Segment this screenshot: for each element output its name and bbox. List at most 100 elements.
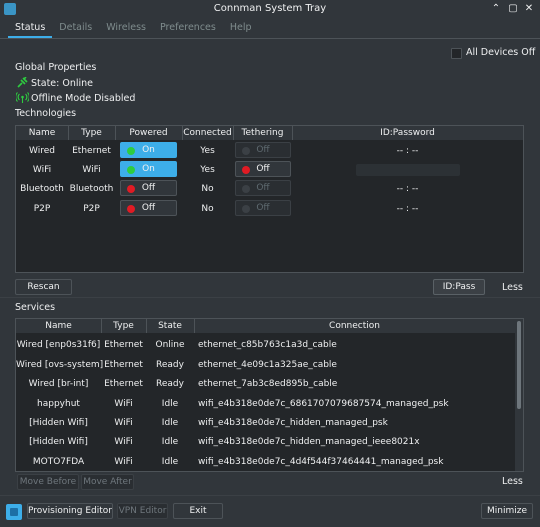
technologies-less-toggle[interactable]: Less <box>502 282 523 293</box>
service-type: Ethernet <box>104 360 143 370</box>
tech-name: WiFi <box>32 165 52 175</box>
services-less-toggle[interactable]: Less <box>502 476 523 487</box>
tech-connected: Yes <box>200 165 215 175</box>
col-state: State <box>146 319 195 333</box>
service-state: Idle <box>161 399 179 409</box>
tethering-label: Off <box>256 145 270 155</box>
tab-help[interactable]: Help <box>223 21 259 37</box>
minimize-button[interactable]: Minimize <box>481 503 533 519</box>
tab-details[interactable]: Details <box>52 21 99 37</box>
offline-mode-text: Offline Mode Disabled <box>31 93 136 104</box>
services-scrollbar[interactable] <box>515 319 523 471</box>
col-idpassword: ID:Password <box>380 128 435 138</box>
tech-idpass: -- : -- <box>396 204 419 214</box>
rescan-button[interactable]: Rescan <box>15 279 72 295</box>
service-connection: wifi_e4b318e0de7c_4d4f544f37464441_manag… <box>198 457 444 467</box>
tethering-label: Off <box>256 203 270 213</box>
services-header: Name Type State Connection <box>16 319 515 333</box>
technologies-table: Name Type Powered Connected Tethering ID… <box>15 125 524 273</box>
connection-state-icon <box>17 76 28 88</box>
service-type: Ethernet <box>104 379 143 389</box>
col-type: Type <box>68 126 116 140</box>
service-state: Idle <box>161 457 179 467</box>
service-type: WiFi <box>114 418 133 428</box>
tech-connected: No <box>201 204 214 214</box>
col-connection: Connection <box>329 321 380 331</box>
connman-logo-icon <box>6 504 22 520</box>
service-state: Online <box>155 340 185 350</box>
service-type: WiFi <box>114 437 133 447</box>
service-connection: ethernet_7ab3c8ed895b_cable <box>198 379 338 389</box>
close-icon[interactable]: ✕ <box>522 2 536 16</box>
services-table: Name Type State Connection Wired [enp0s3… <box>15 318 524 472</box>
exit-button[interactable]: Exit <box>173 503 223 519</box>
tech-type: P2P <box>83 204 100 214</box>
technologies-heading: Technologies <box>15 108 77 119</box>
wifi-idpass-field[interactable] <box>356 164 460 176</box>
service-state: Ready <box>156 379 184 389</box>
move-after-button[interactable]: Move After <box>81 474 134 490</box>
tab-wireless[interactable]: Wireless <box>99 21 153 37</box>
service-name: [Hidden Wifi] <box>29 418 88 428</box>
pin-icon[interactable]: ⌃ <box>489 2 503 16</box>
tethering-toggle[interactable]: Off <box>235 142 291 158</box>
powered-toggle[interactable]: On <box>120 142 177 158</box>
powered-label: On <box>142 164 155 174</box>
col-powered: Powered <box>115 126 183 140</box>
service-name: [Hidden Wifi] <box>29 437 88 447</box>
antenna-icon <box>15 92 30 103</box>
title-bar: Connman System Tray ⌃ ▢ ✕ <box>0 0 540 18</box>
service-type: WiFi <box>114 399 133 409</box>
col-connected: Connected <box>182 126 234 140</box>
service-state: Idle <box>161 437 179 447</box>
tech-idpass: -- : -- <box>396 184 419 194</box>
col-name: Name <box>16 319 102 333</box>
tethering-label: Off <box>256 183 270 193</box>
tab-status[interactable]: Status <box>8 21 52 37</box>
tech-type: WiFi <box>82 165 101 175</box>
tab-divider <box>0 38 540 39</box>
scrollbar-thumb[interactable] <box>517 321 521 409</box>
idpass-button[interactable]: ID:Pass <box>433 279 485 295</box>
service-name: happyhut <box>37 399 80 409</box>
service-name: Wired [ovs-system] <box>16 360 104 370</box>
global-properties-heading: Global Properties <box>15 62 97 73</box>
tab-preferences[interactable]: Preferences <box>153 21 223 37</box>
powered-label: Off <box>141 203 156 213</box>
col-name: Name <box>16 126 69 140</box>
powered-label: On <box>142 145 155 155</box>
powered-toggle[interactable]: Off <box>120 180 177 196</box>
move-before-button[interactable]: Move Before <box>17 474 79 490</box>
powered-toggle[interactable]: On <box>120 161 177 177</box>
vpn-editor-button[interactable]: VPN Editor <box>117 503 168 519</box>
tech-connected: Yes <box>200 146 215 156</box>
service-type: WiFi <box>114 457 133 467</box>
service-state: Idle <box>161 418 179 428</box>
service-type: Ethernet <box>104 340 143 350</box>
all-devices-off-checkbox[interactable] <box>451 48 462 59</box>
tech-name: Bluetooth <box>20 184 64 194</box>
col-type: Type <box>101 319 147 333</box>
service-name: Wired [br-int] <box>28 379 89 389</box>
tech-idpass: -- : -- <box>396 146 419 156</box>
provisioning-editor-button[interactable]: Provisioning Editor <box>27 503 113 519</box>
tech-connected: No <box>201 184 214 194</box>
tech-name: P2P <box>33 204 51 214</box>
powered-toggle[interactable]: Off <box>120 200 177 216</box>
section-divider <box>0 297 540 298</box>
tech-name: Wired <box>29 146 55 156</box>
tethering-toggle[interactable]: Off <box>235 180 291 196</box>
footer-divider <box>0 495 540 496</box>
window-title: Connman System Tray <box>213 3 327 14</box>
tethering-toggle[interactable]: Off <box>235 200 291 216</box>
tech-type: Ethernet <box>72 146 111 156</box>
powered-label: Off <box>141 183 156 193</box>
service-connection: ethernet_c85b763c1a3d_cable <box>198 340 337 350</box>
maximize-icon[interactable]: ▢ <box>506 2 520 16</box>
tethering-toggle[interactable]: Off <box>235 161 291 177</box>
service-name: Wired [enp0s31f6] <box>16 340 101 350</box>
col-tethering: Tethering <box>233 126 293 140</box>
service-connection: wifi_e4b318e0de7c_6861707079687574_manag… <box>198 399 449 409</box>
service-connection: wifi_e4b318e0de7c_hidden_managed_ieee802… <box>198 437 420 447</box>
tab-bar: Status Details Wireless Preferences Help <box>8 21 259 37</box>
